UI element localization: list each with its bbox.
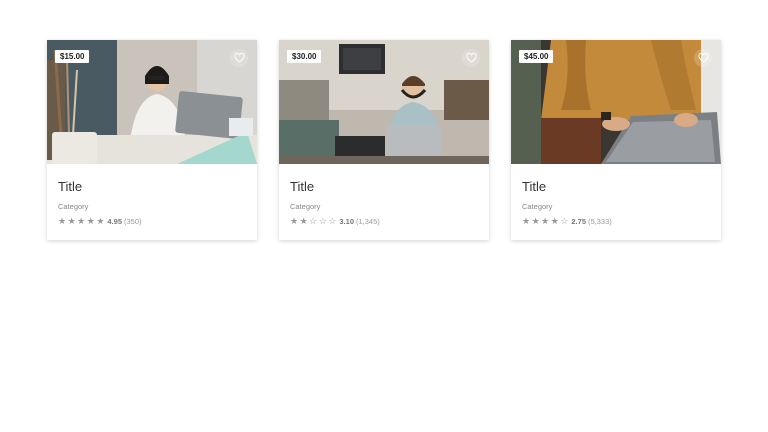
product-image[interactable]: $30.00 <box>279 40 489 164</box>
price-badge: $15.00 <box>55 50 90 63</box>
price-badge: $30.00 <box>287 50 322 63</box>
card-category: Category <box>58 202 89 211</box>
heart-icon[interactable] <box>694 49 712 67</box>
product-card[interactable]: $45.00 Title Category ★ ★ ★ ★ ☆ 2.75 (5,… <box>511 40 721 240</box>
star-icon: ★ <box>299 216 308 226</box>
rating-value: 2.75 <box>571 217 586 226</box>
price-badge: $45.00 <box>519 50 554 63</box>
rating-value: 3.10 <box>339 217 354 226</box>
star-rating: ★ ★ ★ ★ ★ <box>58 217 104 226</box>
card-title[interactable]: Title <box>522 179 710 194</box>
product-grid: $15.00 Title Category ★ ★ ★ ★ ★ 4.95 (35… <box>0 0 768 432</box>
star-icon: ★ <box>86 216 95 226</box>
star-icon: ☆ <box>309 216 318 226</box>
heart-icon[interactable] <box>462 49 480 67</box>
star-icon: ☆ <box>328 216 337 226</box>
card-title[interactable]: Title <box>58 179 246 194</box>
review-count: (5,333) <box>588 217 612 226</box>
star-icon: ★ <box>77 216 86 226</box>
rating: ★ ★ ☆ ☆ ☆ 3.10 (1,345) <box>290 217 478 227</box>
product-image[interactable]: $15.00 <box>47 40 257 164</box>
star-icon: ☆ <box>560 216 569 226</box>
card-category: Category <box>290 202 321 211</box>
product-card[interactable]: $30.00 Title Category ★ ★ ☆ ☆ ☆ 3.10 (1,… <box>279 40 489 240</box>
star-icon: ★ <box>541 216 550 226</box>
review-count: (1,345) <box>356 217 380 226</box>
review-count: (350) <box>124 217 142 226</box>
star-icon: ★ <box>522 216 531 226</box>
card-title[interactable]: Title <box>290 179 478 194</box>
rating-value: 4.95 <box>107 217 122 226</box>
star-icon: ★ <box>96 216 105 226</box>
rating: ★ ★ ★ ★ ★ 4.95 (350) <box>58 217 246 227</box>
star-icon: ☆ <box>318 216 327 226</box>
star-icon: ★ <box>67 216 76 226</box>
card-category: Category <box>522 202 553 211</box>
star-icon: ★ <box>290 216 299 226</box>
rating: ★ ★ ★ ★ ☆ 2.75 (5,333) <box>522 217 710 227</box>
star-icon: ★ <box>531 216 540 226</box>
star-rating: ★ ★ ★ ★ ☆ <box>522 217 568 226</box>
product-image[interactable]: $45.00 <box>511 40 721 164</box>
heart-icon[interactable] <box>230 49 248 67</box>
star-rating: ★ ★ ☆ ☆ ☆ <box>290 217 336 226</box>
star-icon: ★ <box>550 216 559 226</box>
star-icon: ★ <box>58 216 67 226</box>
product-card[interactable]: $15.00 Title Category ★ ★ ★ ★ ★ 4.95 (35… <box>47 40 257 240</box>
